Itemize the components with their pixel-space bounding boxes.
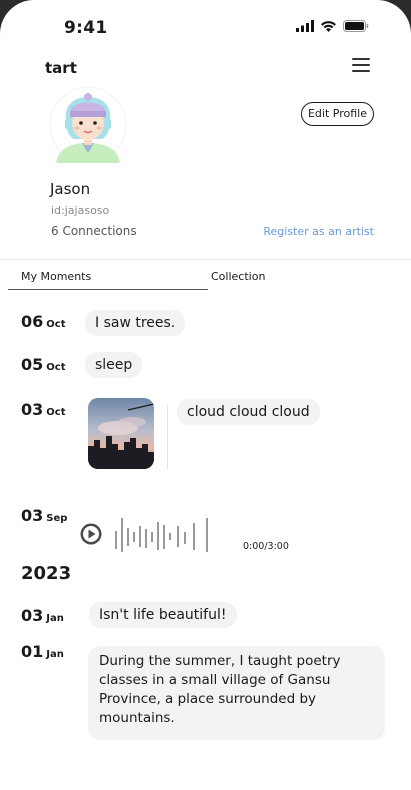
user-name: Jason — [50, 180, 91, 198]
status-icons — [296, 20, 369, 32]
active-tab-indicator — [8, 289, 208, 290]
edit-profile-button[interactable]: Edit Profile — [301, 102, 374, 126]
moment-text-bubble[interactable]: During the summer, I taught poetry class… — [88, 646, 385, 740]
tab-my-moments[interactable]: My Moments — [21, 270, 91, 283]
moment-text-bubble[interactable]: I saw trees. — [85, 310, 186, 336]
status-time: 9:41 — [64, 18, 108, 38]
register-artist-link[interactable]: Register as an artist — [263, 225, 374, 238]
phone-screen: 9:41 tart Edit Profile Jason id:jajasoso… — [0, 0, 411, 790]
moment-text-bubble[interactable]: Isn't life beautiful! — [89, 602, 237, 628]
user-id: id:jajasoso — [51, 204, 110, 217]
moment-date: 03 Jan — [21, 606, 64, 625]
moment-date: 01 Jan — [21, 642, 64, 661]
moment-photo[interactable] — [88, 398, 154, 469]
play-icon[interactable] — [80, 523, 102, 545]
moment-text-bubble[interactable]: sleep — [85, 352, 143, 378]
moment-date: 06 Oct — [21, 312, 66, 331]
moment-text-bubble[interactable]: cloud cloud cloud — [177, 399, 320, 425]
brand-logo: tart — [45, 59, 77, 77]
divider — [167, 405, 168, 469]
moment-date: 03 Oct — [21, 400, 66, 419]
year-heading: 2023 — [21, 563, 72, 584]
wifi-icon — [321, 21, 336, 32]
moment-date: 03 Sep — [21, 506, 68, 525]
connections-count[interactable]: 6 Connections — [51, 224, 137, 238]
menu-button[interactable] — [350, 56, 372, 74]
signal-icon — [296, 20, 314, 32]
audio-duration: 0:00/3:00 — [243, 541, 289, 552]
audio-waveform[interactable] — [112, 516, 212, 554]
divider — [0, 259, 411, 260]
tab-collection[interactable]: Collection — [211, 270, 265, 283]
moment-date: 05 Oct — [21, 355, 66, 374]
avatar[interactable] — [48, 87, 128, 163]
battery-icon — [343, 20, 369, 32]
